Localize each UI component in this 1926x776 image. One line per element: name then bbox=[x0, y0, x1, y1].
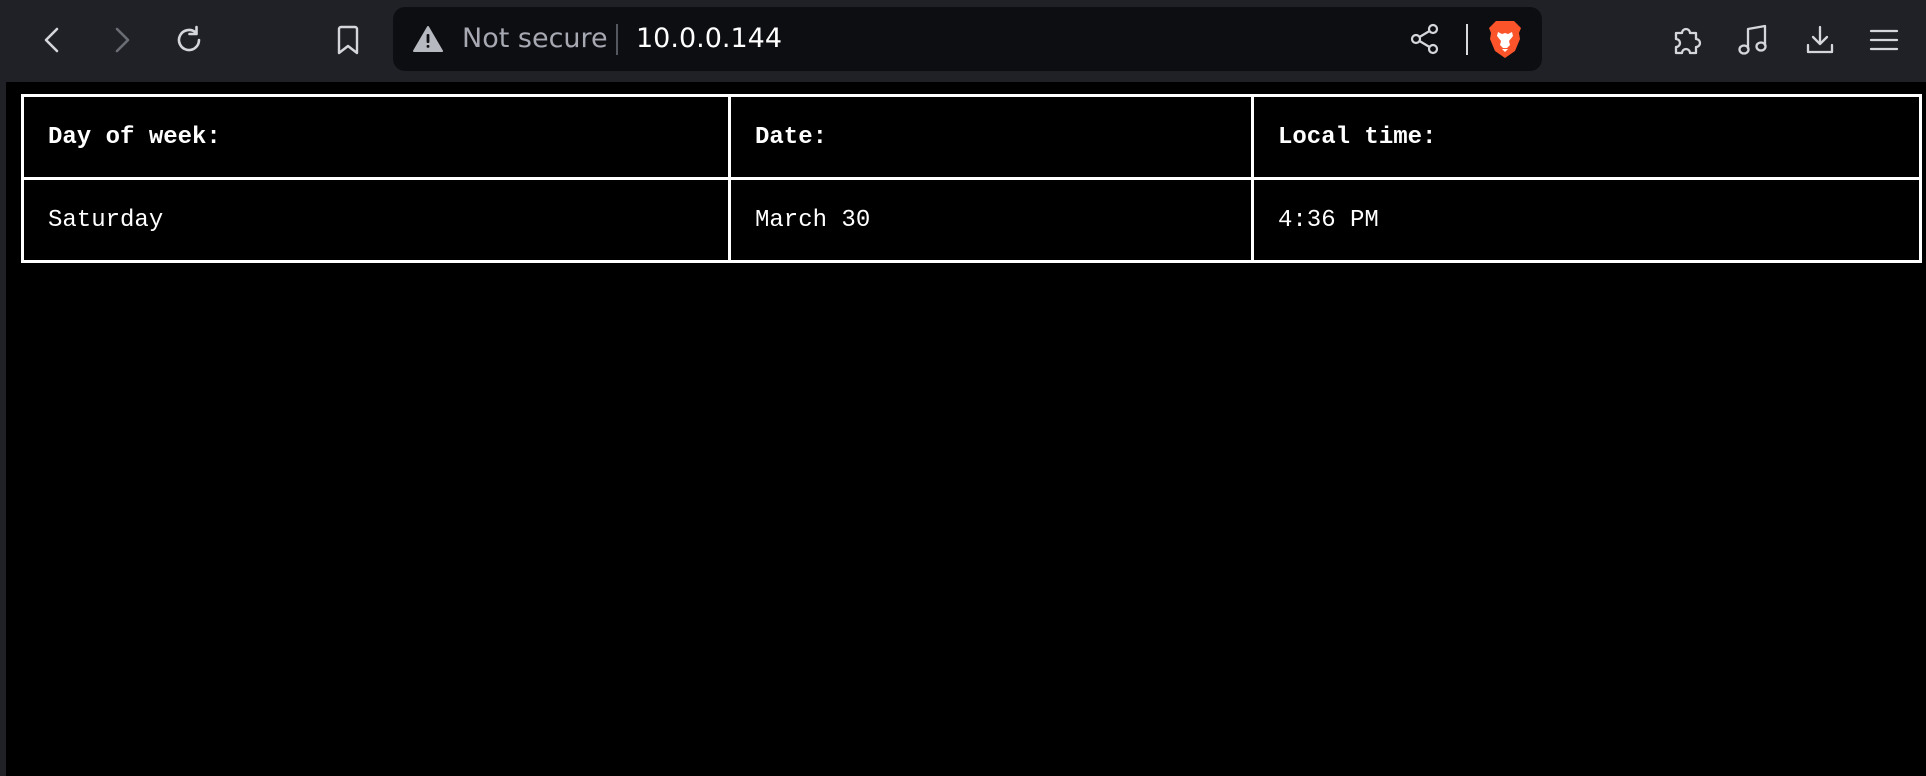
reload-icon bbox=[177, 25, 201, 52]
column-header-date: Date: bbox=[728, 94, 1254, 180]
reload-button[interactable] bbox=[166, 17, 212, 63]
column-header-time: Local time: bbox=[1251, 94, 1922, 180]
window-left-edge bbox=[0, 0, 6, 776]
brave-lion-icon[interactable] bbox=[1488, 19, 1522, 59]
chevron-right-icon bbox=[115, 27, 130, 53]
page-content: Day of week: Date: Local time: Saturday … bbox=[6, 82, 1926, 776]
bookmark-button[interactable] bbox=[325, 17, 371, 63]
security-status-label[interactable]: Not secure bbox=[462, 7, 608, 71]
address-text[interactable]: 10.0.0.144 bbox=[636, 7, 782, 71]
address-bar[interactable]: Not secure 10.0.0.144 bbox=[393, 7, 1542, 71]
menu-button[interactable] bbox=[1861, 17, 1907, 63]
forward-button[interactable] bbox=[98, 17, 144, 63]
media-button[interactable] bbox=[1730, 17, 1776, 63]
downloads-button[interactable] bbox=[1797, 17, 1843, 63]
puzzle-icon bbox=[1674, 27, 1702, 55]
bookmark-icon bbox=[337, 25, 359, 55]
extensions-button[interactable] bbox=[1664, 17, 1710, 63]
music-note-icon bbox=[1738, 24, 1767, 55]
browser-toolbar: Not secure 10.0.0.144 bbox=[0, 0, 1926, 82]
download-icon bbox=[1806, 25, 1834, 54]
back-button[interactable] bbox=[30, 17, 76, 63]
local-time-cell: 4:36 PM bbox=[1251, 177, 1922, 263]
chevron-left-icon bbox=[44, 27, 59, 53]
table-header-row: Day of week: Date: Local time: bbox=[21, 94, 1922, 180]
column-header-day: Day of week: bbox=[21, 94, 731, 180]
warning-triangle-icon[interactable] bbox=[413, 25, 443, 53]
datetime-table: Day of week: Date: Local time: Saturday … bbox=[21, 94, 1922, 263]
date-cell: March 30 bbox=[728, 177, 1254, 263]
hamburger-menu-icon bbox=[1869, 29, 1899, 51]
table-row: Saturday March 30 4:36 PM bbox=[21, 177, 1922, 263]
day-of-week-cell: Saturday bbox=[21, 177, 731, 263]
share-icon[interactable] bbox=[1409, 23, 1441, 55]
address-divider bbox=[616, 24, 618, 55]
shields-divider bbox=[1466, 24, 1468, 55]
